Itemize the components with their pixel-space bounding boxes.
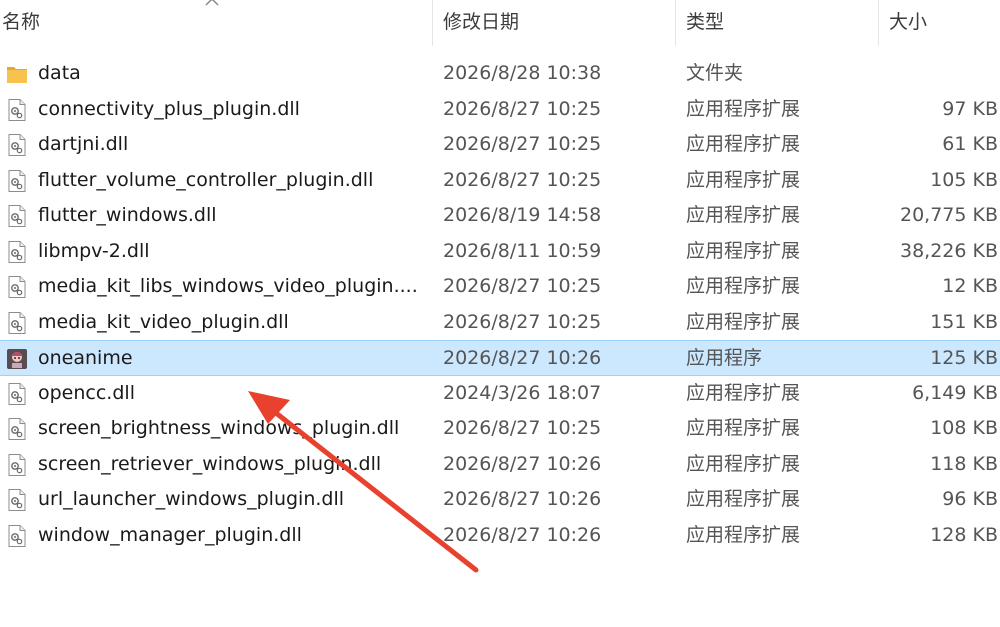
file-list: data 2026/8/28 10:38 文件夹 connectivity_pl… xyxy=(0,56,1000,553)
file-row-8[interactable]: oneanime 2026/8/27 10:26 应用程序 125 KB xyxy=(0,340,1000,376)
file-modified-date: 2026/8/27 10:25 xyxy=(443,417,602,439)
file-name: flutter_volume_controller_plugin.dll xyxy=(38,168,374,191)
file-name: media_kit_libs_windows_video_plugin.... xyxy=(38,275,418,297)
file-row-10[interactable]: screen_brightness_windows_plugin.dll 202… xyxy=(0,411,1000,447)
file-row-9[interactable]: opencc.dll 2024/3/26 18:07 应用程序扩展 6,149 … xyxy=(0,376,1000,412)
file-size: 6,149 KB xyxy=(912,381,998,404)
column-header-size[interactable]: 大小 xyxy=(879,0,1000,46)
column-header: 名称 修改日期 类型 大小 xyxy=(0,0,1000,46)
file-modified-date: 2026/8/28 10:38 xyxy=(443,62,602,84)
file-modified-date: 2026/8/11 10:59 xyxy=(443,239,602,262)
file-row-0[interactable]: data 2026/8/28 10:38 文件夹 xyxy=(0,56,1000,92)
file-name: libmpv-2.dll xyxy=(38,239,150,262)
file-type: 应用程序扩展 xyxy=(686,97,801,120)
file-modified-date: 2026/8/27 10:26 xyxy=(443,452,602,475)
sort-ascending-icon xyxy=(205,0,219,6)
file-size: 97 KB xyxy=(942,97,998,120)
file-size: 151 KB xyxy=(930,310,998,333)
file-type: 应用程序 xyxy=(686,347,763,369)
file-name: screen_brightness_windows_plugin.dll xyxy=(38,417,400,439)
file-type: 应用程序扩展 xyxy=(686,523,801,546)
dll-file-icon xyxy=(6,453,28,477)
dll-file-icon xyxy=(6,311,28,335)
dll-file-icon xyxy=(6,240,28,264)
file-type: 应用程序扩展 xyxy=(686,310,801,333)
dll-file-icon xyxy=(6,204,28,228)
file-name: media_kit_video_plugin.dll xyxy=(38,310,289,333)
file-type: 应用程序扩展 xyxy=(686,381,801,404)
file-name: window_manager_plugin.dll xyxy=(38,523,302,546)
file-name: url_launcher_windows_plugin.dll xyxy=(38,488,345,510)
dll-file-icon xyxy=(6,524,28,548)
file-modified-date: 2026/8/27 10:25 xyxy=(443,310,602,333)
file-size: 108 KB xyxy=(930,417,998,439)
file-modified-date: 2026/8/19 14:58 xyxy=(443,204,602,226)
file-size: 118 KB xyxy=(930,452,998,475)
file-modified-date: 2024/3/26 18:07 xyxy=(443,381,602,404)
file-modified-date: 2026/8/27 10:25 xyxy=(443,275,602,297)
file-row-4[interactable]: flutter_windows.dll 2026/8/19 14:58 应用程序… xyxy=(0,198,1000,234)
column-header-date[interactable]: 修改日期 xyxy=(433,0,675,46)
file-name: opencc.dll xyxy=(38,381,135,404)
file-name: data xyxy=(38,62,81,84)
file-type: 应用程序扩展 xyxy=(686,133,801,155)
file-modified-date: 2026/8/27 10:25 xyxy=(443,168,602,191)
file-modified-date: 2026/8/27 10:26 xyxy=(443,488,602,510)
file-modified-date: 2026/8/27 10:26 xyxy=(443,523,602,546)
file-type: 应用程序扩展 xyxy=(686,239,801,262)
file-size: 20,775 KB xyxy=(899,204,998,226)
file-modified-date: 2026/8/27 10:26 xyxy=(443,347,602,369)
file-size: 96 KB xyxy=(942,488,998,510)
folder-icon xyxy=(6,62,28,86)
dll-file-icon xyxy=(6,169,28,193)
file-size: 12 KB xyxy=(942,275,998,297)
column-header-type[interactable]: 类型 xyxy=(676,0,878,46)
app-icon xyxy=(6,347,28,371)
file-row-5[interactable]: libmpv-2.dll 2026/8/11 10:59 应用程序扩展 38,2… xyxy=(0,234,1000,270)
file-name: flutter_windows.dll xyxy=(38,204,217,226)
dll-file-icon xyxy=(6,488,28,512)
file-modified-date: 2026/8/27 10:25 xyxy=(443,97,602,120)
file-size: 125 KB xyxy=(930,347,998,369)
file-row-1[interactable]: connectivity_plus_plugin.dll 2026/8/27 1… xyxy=(0,92,1000,128)
file-type: 应用程序扩展 xyxy=(686,452,801,475)
dll-file-icon xyxy=(6,98,28,122)
file-row-6[interactable]: media_kit_libs_windows_video_plugin.... … xyxy=(0,269,1000,305)
file-name: oneanime xyxy=(38,347,133,369)
file-row-2[interactable]: dartjni.dll 2026/8/27 10:25 应用程序扩展 61 KB xyxy=(0,127,1000,163)
file-size: 61 KB xyxy=(942,133,998,155)
dll-file-icon xyxy=(6,275,28,299)
file-type: 应用程序扩展 xyxy=(686,168,801,191)
file-row-7[interactable]: media_kit_video_plugin.dll 2026/8/27 10:… xyxy=(0,305,1000,341)
file-row-13[interactable]: window_manager_plugin.dll 2026/8/27 10:2… xyxy=(0,518,1000,554)
file-name: dartjni.dll xyxy=(38,133,129,155)
file-name: connectivity_plus_plugin.dll xyxy=(38,97,300,120)
file-name: screen_retriever_windows_plugin.dll xyxy=(38,452,382,475)
file-size: 105 KB xyxy=(930,168,998,191)
file-type: 应用程序扩展 xyxy=(686,417,801,439)
file-row-12[interactable]: url_launcher_windows_plugin.dll 2026/8/2… xyxy=(0,482,1000,518)
file-modified-date: 2026/8/27 10:25 xyxy=(443,133,602,155)
dll-file-icon xyxy=(6,133,28,157)
file-type: 应用程序扩展 xyxy=(686,204,801,226)
file-type: 文件夹 xyxy=(686,62,744,84)
dll-file-icon xyxy=(6,382,28,406)
file-size: 38,226 KB xyxy=(899,239,998,262)
dll-file-icon xyxy=(6,417,28,441)
file-row-3[interactable]: flutter_volume_controller_plugin.dll 202… xyxy=(0,163,1000,199)
file-size: 128 KB xyxy=(930,523,998,546)
file-row-11[interactable]: screen_retriever_windows_plugin.dll 2026… xyxy=(0,447,1000,483)
file-type: 应用程序扩展 xyxy=(686,488,801,510)
file-type: 应用程序扩展 xyxy=(686,275,801,297)
